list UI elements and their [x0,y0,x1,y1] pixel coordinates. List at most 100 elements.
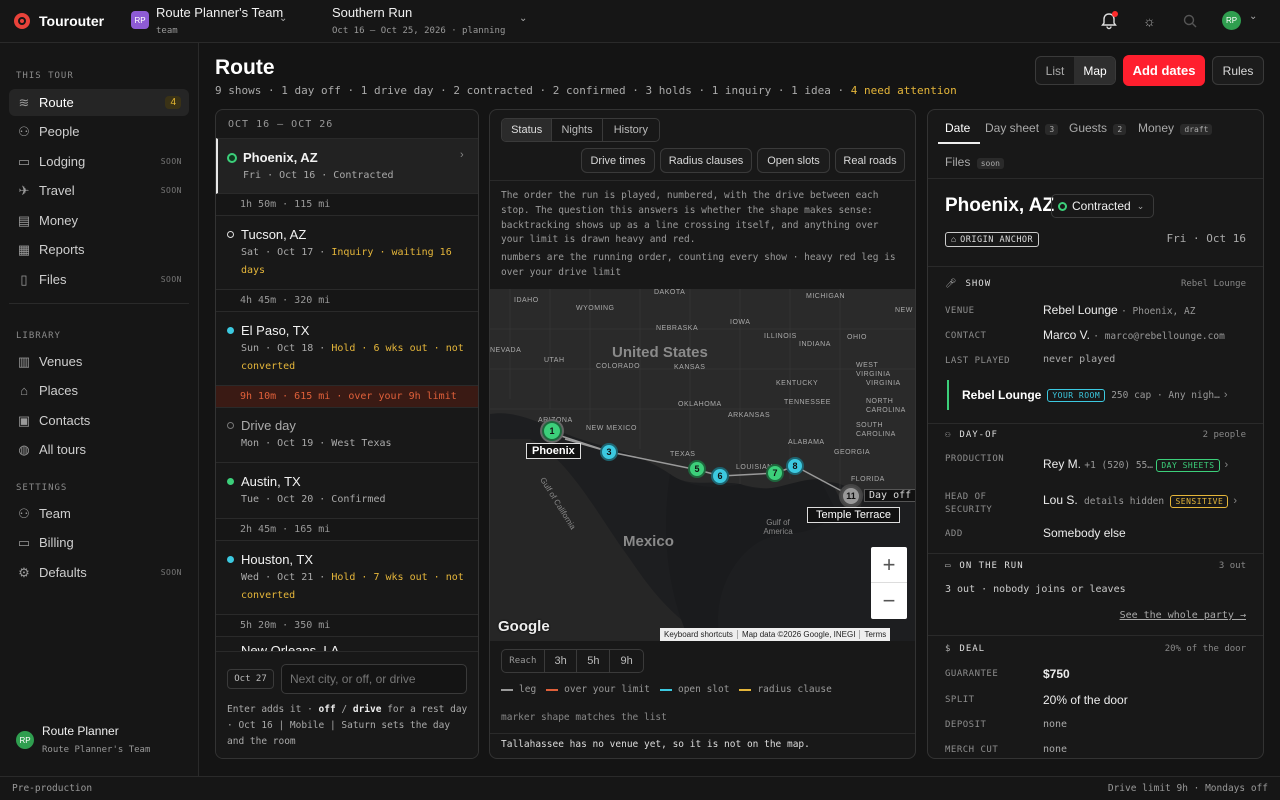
deal-heading-text: DEAL [959,644,986,654]
tab-files[interactable]: Files soon [945,155,1004,169]
map-label: WYOMING [576,305,615,312]
status-value: Contracted [1072,199,1131,213]
zoom-in-button[interactable]: + [871,547,907,583]
tab-label: Day sheet [985,121,1040,135]
venue-value[interactable]: Rebel Lounge · Phoenix, AZ [1043,303,1195,317]
bell-icon[interactable] [1100,11,1118,30]
sidebar-item-travel[interactable]: ✈ Travel SOON [9,177,189,204]
team-switcher[interactable]: RP Route Planner's Team team ⌄ [131,5,291,39]
deposit-value: none [1043,719,1068,730]
security-contact[interactable]: Lou S. details hidden SENSITIVE › [1043,493,1237,508]
keyboard-shortcuts-link[interactable]: Keyboard shortcuts [660,630,737,639]
sidebar-item-reports[interactable]: ▦ Reports [9,236,189,263]
list-item-tucson[interactable]: Tucson, AZ Sat · Oct 17 · Inquiry · wait… [216,216,478,290]
route-marker-11[interactable]: 11 [841,486,861,506]
chevron-down-icon: ⌄ [1249,11,1258,22]
sidebar-item-team[interactable]: ⚇ Team [9,500,189,527]
tab-nights[interactable]: Nights [552,119,603,141]
tab-money[interactable]: Money draft [1138,121,1213,135]
route-marker-7[interactable]: 7 [766,464,784,482]
list-item-austin[interactable]: Austin, TX Tue · Oct 20 · Confirmed [216,463,478,519]
contact-value[interactable]: Marco V. · marco@rebellounge.com [1043,328,1225,342]
map-legend-note: numbers are the running order, counting … [501,252,896,278]
route-marker-5[interactable]: 5 [688,460,706,478]
open-slots-toggle[interactable]: Open slots [757,148,830,173]
route-marker-3[interactable]: 3 [600,443,618,461]
add-dates-button[interactable]: Add dates [1123,55,1205,86]
gear-icon: ⚙ [18,564,30,580]
rules-button[interactable]: Rules [1212,56,1264,85]
map-legend: leg over your limit open slot radius cla… [501,684,832,695]
map-canvas[interactable]: IDAHO WYOMING DAKOTA MICHIGAN NEBRASKA I… [490,289,915,641]
security-label-line: SECURITY [945,505,993,515]
radius-clauses-toggle[interactable]: Radius clauses [660,148,752,173]
sidebar-item-files[interactable]: ▯ Files SOON [9,266,189,293]
map-data-text: Map data ©2026 Google, INEGI [736,630,860,639]
tab-date[interactable]: Date [945,121,970,135]
tour-switcher[interactable]: Southern Run Oct 16 – Oct 25, 2026 · pla… [332,5,532,39]
map-label: NEW MEXICO [586,425,637,432]
sensitive-tag: SENSITIVE [1170,495,1229,508]
deal-summary: 20% of the door [1164,644,1246,654]
avatar: RP [16,731,34,749]
user-menu[interactable]: RP ⌄ [1222,11,1262,31]
real-roads-toggle[interactable]: Real roads [835,148,905,173]
profile[interactable]: RP Route Planner Route Planner's Team [16,723,186,759]
see-whole-party-link[interactable]: See the whole party → [1120,610,1246,621]
route-marker-6[interactable]: 6 [711,467,729,485]
summary-text: 9 shows · 1 day off · 1 drive day · 2 co… [215,84,851,97]
next-date-chip[interactable]: Oct 27 [227,669,274,689]
room-card[interactable]: Rebel Lounge YOUR ROOM 250 cap · Any nig… [947,380,1247,410]
sidebar-item-people[interactable]: ⚇ People [9,118,189,145]
add-person-button[interactable]: Somebody else [1043,526,1126,540]
production-name: Rey M. [1043,457,1082,471]
tab-day-sheet[interactable]: Day sheet 3 [985,121,1059,135]
leg-row: 4h 45m · 320 mi [216,290,478,312]
sidebar-item-label: Reports [39,242,85,257]
route-marker-1[interactable]: 1 [542,421,562,441]
sidebar-item-all-tours[interactable]: ◍ All tours [9,436,189,463]
input-help: Enter adds it · off / drive for a rest d… [227,702,469,750]
chevron-right-icon: › [460,149,464,161]
status-dropdown[interactable]: Contracted ⌄ [1051,194,1154,218]
map-label: FLORIDA [851,476,885,483]
sidebar-item-route[interactable]: ≋ Route 4 [9,89,189,116]
reach-3h-button[interactable]: 3h [545,650,578,672]
list-item-el-paso[interactable]: El Paso, TX Sun · Oct 18 · Hold · 6 wks … [216,312,478,386]
map-label: MICHIGAN [806,293,845,300]
tab-history[interactable]: History [603,119,659,141]
list-item-houston[interactable]: Houston, TX Wed · Oct 21 · Hold · 7 wks … [216,541,478,615]
reach-5h-button[interactable]: 5h [577,650,611,672]
sidebar-item-contacts[interactable]: ▣ Contacts [9,407,189,434]
sidebar-item-places[interactable]: ⌂ Places [9,377,189,404]
soon-badge: SOON [160,186,182,195]
drive-times-toggle[interactable]: Drive times [581,148,655,173]
building-icon: ▥ [17,353,31,369]
list-view-button[interactable]: List [1036,57,1074,84]
production-contact[interactable]: Rey M. +1 (520) 55… DAY SHEETS › [1043,457,1228,472]
tab-status[interactable]: Status [502,119,553,141]
tab-guests[interactable]: Guests 2 [1069,121,1127,135]
map-view-button[interactable]: Map [1074,57,1115,84]
terms-link[interactable]: Terms [859,630,890,639]
sidebar-item-lodging[interactable]: ▭ Lodging SOON [9,148,189,175]
zoom-controls: + − [871,547,907,619]
sidebar-item-defaults[interactable]: ⚙ Defaults SOON [9,559,189,586]
sidebar-item-billing[interactable]: ▭ Billing [9,529,189,556]
list-item-phoenix[interactable]: Phoenix, AZ Fri · Oct 16 · Contracted › [216,138,478,194]
reach-9h-button[interactable]: 9h [610,650,643,672]
list-item-new-orleans[interactable]: New Orleans, LA [216,637,478,651]
avatar: RP [1222,11,1241,30]
next-city-input[interactable] [281,664,467,694]
team-icon: ⚇ [18,505,30,521]
theme-toggle-icon[interactable]: ☼ [1143,13,1159,29]
contacts-icon: ▣ [17,412,31,428]
sidebar-item-money[interactable]: ▤ Money [9,207,189,234]
sidebar-item-venues[interactable]: ▥ Venues [9,348,189,375]
route-marker-8[interactable]: 8 [786,457,804,475]
list-item-drive-day[interactable]: Drive day Mon · Oct 19 · West Texas [216,408,478,463]
map-attribution: Keyboard shortcuts Map data ©2026 Google… [660,628,891,641]
search-icon[interactable] [1182,13,1198,29]
zoom-out-button[interactable]: − [871,583,907,618]
reach-label: Reach [502,650,545,672]
